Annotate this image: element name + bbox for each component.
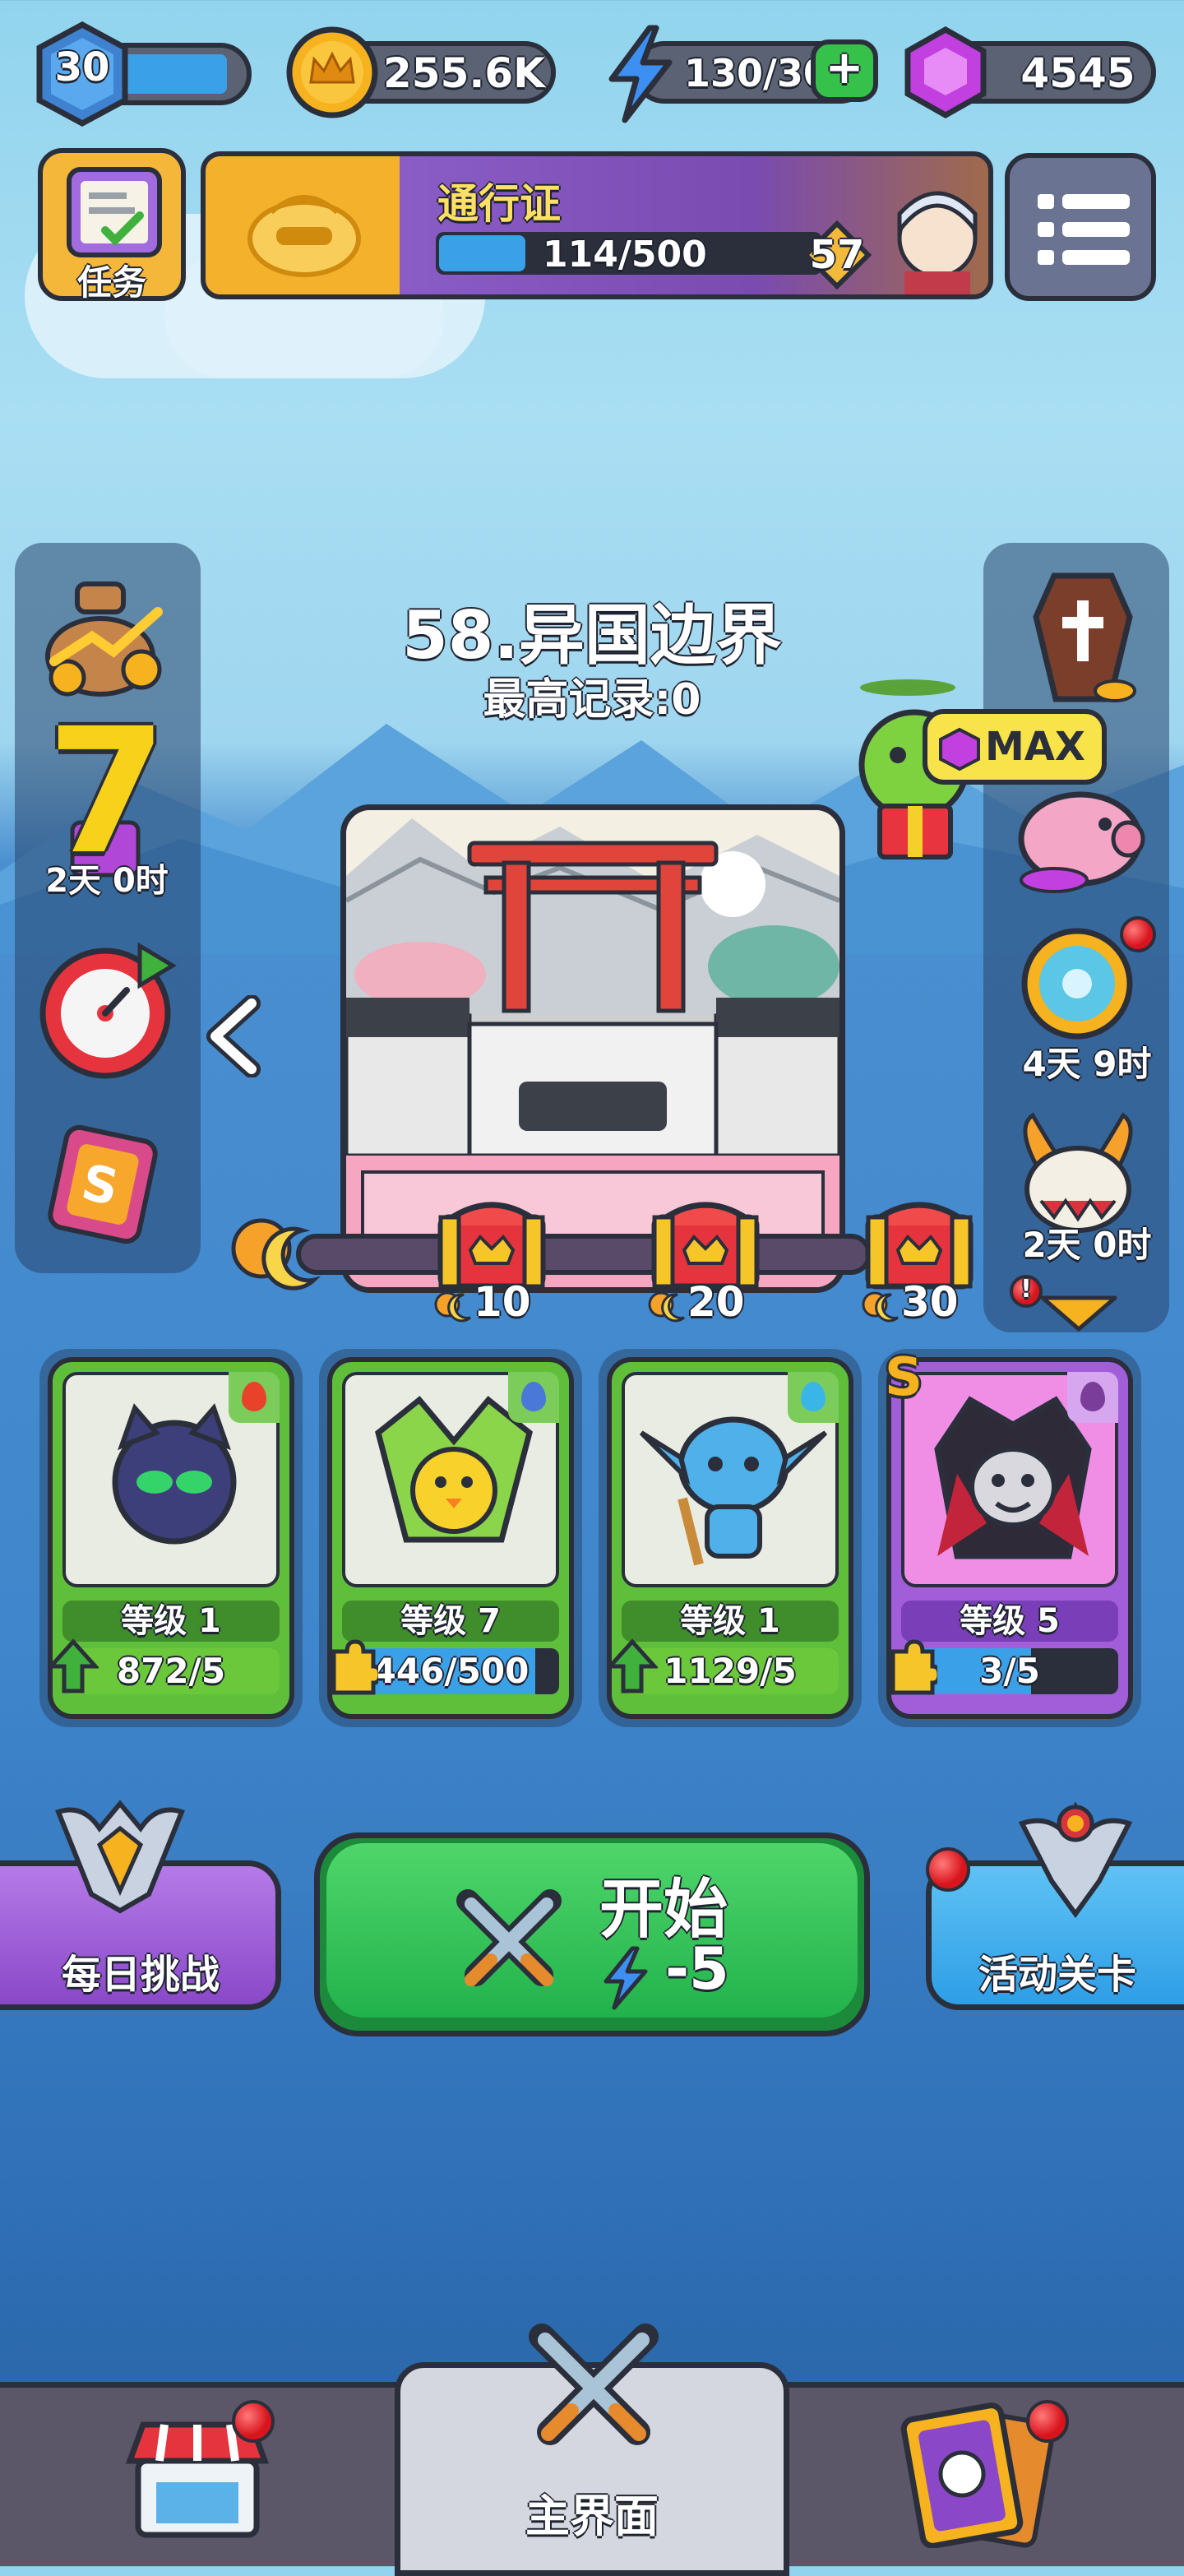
cards-notification-dot [1026, 2400, 1069, 2443]
torii-gate-scene [346, 810, 839, 1287]
previous-stage-arrow[interactable] [204, 995, 270, 1077]
milestone-chest[interactable]: 20 [641, 1184, 765, 1332]
pass-progress-bar: 114/500 [436, 232, 822, 276]
upgrade-arrow-icon [46, 1638, 100, 1696]
hero-card[interactable]: 等级 5 3/5 S [878, 1347, 1141, 1727]
gold-amount: 255.6K [383, 49, 545, 97]
hero-card[interactable]: 等级 7 446/500 [319, 1349, 582, 1727]
hero-level: 等级 7 [342, 1601, 559, 1642]
water-element-icon [788, 1372, 839, 1423]
milestone-label: 10 [474, 1278, 531, 1326]
energy-amount: 130/30 [684, 51, 830, 95]
fire-element-icon [229, 1372, 280, 1423]
puzzle-piece-icon [886, 1638, 941, 1696]
orb-timer: 4天 9时 [1022, 1044, 1152, 1084]
bag-icon [247, 195, 361, 277]
quest-button[interactable]: 任务 [38, 148, 186, 303]
pass-progress-text: 114/500 [543, 234, 707, 276]
hero-card[interactable]: 等级 1 872/5 [39, 1349, 303, 1727]
quest-label: 任务 [76, 262, 146, 303]
shop-notification-dot [232, 2400, 275, 2443]
hero-level: 等级 1 [62, 1601, 280, 1642]
chest-icon [865, 1202, 974, 1290]
chest-icon [651, 1202, 760, 1290]
add-energy-button[interactable]: + [811, 39, 878, 102]
menu-button[interactable] [1005, 153, 1156, 301]
hero-level: 等级 1 [622, 1601, 839, 1642]
gem-icon [939, 727, 980, 771]
winged-sword-icon [1018, 1801, 1133, 1919]
money-bag-chart-icon[interactable] [35, 571, 174, 702]
crossed-swords-icon [529, 2323, 659, 2445]
player-level: 30 [54, 44, 110, 90]
hero-level: 等级 5 [901, 1601, 1118, 1642]
quest-clipboard-icon [67, 167, 162, 257]
milestone-label: 20 [687, 1278, 745, 1326]
speed-boost-icon[interactable] [35, 938, 179, 1082]
day-night-icon [862, 1291, 899, 1323]
event-notification-dot [926, 1847, 970, 1892]
gold-crown-icon [286, 26, 378, 118]
sword-element-icon [508, 1372, 559, 1423]
rank-badge: S [885, 1347, 923, 1408]
knight-portrait [897, 191, 978, 294]
lightning-icon [608, 25, 673, 123]
list-icon [1038, 194, 1130, 265]
battle-pass-banner[interactable]: 通行证 114/500 57 [201, 151, 993, 299]
hero-card[interactable]: 等级 1 1129/5 [599, 1349, 862, 1727]
pass-progress-fill [439, 235, 525, 271]
bat-element-icon [1067, 1372, 1118, 1423]
seven-day-reward[interactable]: 7 2天 0时 [39, 691, 174, 900]
pass-tier: 57 [809, 232, 865, 278]
milestone-chest[interactable]: 10 [428, 1184, 551, 1332]
s-rank-card-icon[interactable]: S [41, 1119, 181, 1250]
max-label: MAX [985, 724, 1085, 770]
start-button[interactable]: 开始 -5 [314, 1832, 870, 2036]
nav-tab-shop[interactable] [0, 2388, 395, 2566]
nav-tab-cards[interactable] [789, 2388, 1184, 2566]
expand-down-icon[interactable] [1038, 1291, 1120, 1332]
exclamation-icon: ! [1020, 1275, 1032, 1304]
pass-title: 通行证 [437, 180, 561, 228]
milestone-chest[interactable]: 30 [855, 1184, 978, 1332]
puzzle-piece-icon [327, 1638, 382, 1696]
milestone-track [296, 1234, 872, 1275]
milestone-label: 30 [901, 1278, 959, 1326]
notification-dot [1120, 916, 1156, 952]
demon-timer: 2天 0时 [1022, 1225, 1152, 1265]
seven-day-timer: 2天 0时 [45, 862, 169, 900]
daily-challenge-label: 每日挑战 [61, 1952, 220, 1998]
day-night-icon [434, 1291, 471, 1323]
coffin-icon[interactable] [1029, 568, 1136, 707]
chest-icon [437, 1202, 546, 1290]
upgrade-arrow-icon [605, 1638, 659, 1696]
start-cost: -5 [665, 1935, 729, 2003]
horned-demon-icon[interactable] [1008, 1110, 1148, 1234]
lightning-icon [604, 1946, 648, 2010]
day-night-icon [231, 1218, 321, 1290]
stage-record: 最高记录:0 [483, 675, 701, 725]
gem-icon [904, 26, 987, 118]
crossed-swords-icon [456, 1889, 562, 1986]
plus-icon: + [825, 41, 864, 95]
shield-wings-icon [55, 1800, 185, 1914]
stage-preview[interactable] [340, 804, 845, 1293]
nav-main-label: 主界面 [525, 2490, 659, 2542]
event-stage-label: 活动关卡 [978, 1952, 1136, 1998]
nav-tab-main[interactable]: 主界面 [395, 2323, 789, 2576]
piggy-bank-icon[interactable] [1005, 773, 1153, 897]
stage-title: 58.异国边界 [402, 597, 782, 674]
daily-challenge-button[interactable]: 每日挑战 [0, 1800, 281, 2010]
day-night-icon [648, 1291, 685, 1323]
gem-amount: 4545 [1020, 49, 1135, 97]
